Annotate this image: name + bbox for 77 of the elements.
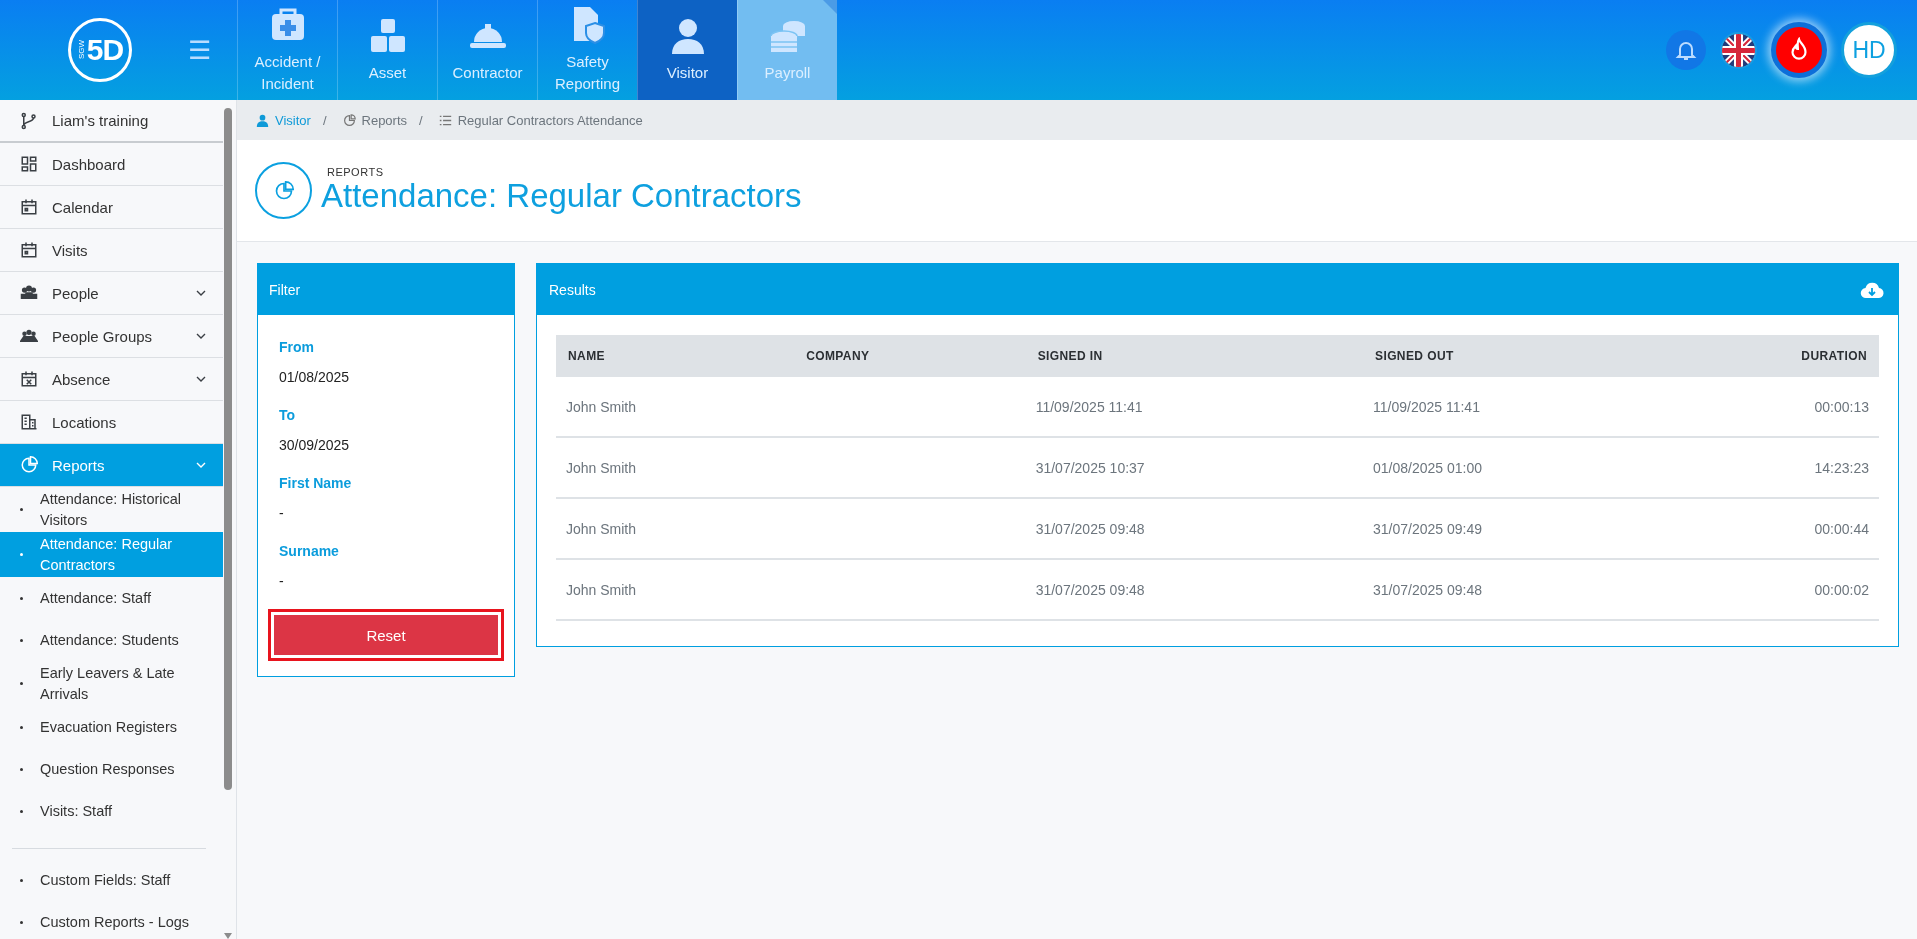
list-icon [438, 113, 452, 127]
calendar-cross-icon [20, 370, 38, 388]
table-cell: 11/09/2025 11:41 [1025, 377, 1363, 437]
sidebar-item[interactable]: People [0, 272, 223, 315]
submenu-item[interactable]: Evacuation Registers [0, 706, 223, 748]
table-cell: 00:00:02 [1700, 559, 1879, 620]
fire-alert-button[interactable] [1771, 22, 1827, 78]
submenu-item[interactable]: Question Responses [0, 748, 223, 790]
reset-button[interactable]: Reset [274, 615, 498, 655]
column-header: SIGNED IN [1025, 335, 1363, 377]
submenu-item[interactable]: Attendance: Staff [0, 577, 223, 619]
breadcrumb-separator: / [419, 112, 423, 128]
filter-label: Surname [279, 543, 340, 559]
calendar-icon [20, 241, 38, 259]
submenu-item[interactable]: Attendance: Historical Visitors [0, 487, 223, 532]
breadcrumb-link[interactable]: Regular Contractors Attendance [438, 112, 643, 128]
results-panel-title: Results [549, 281, 596, 298]
scrollbar-thumb[interactable] [224, 108, 232, 790]
submenu-item[interactable]: Early Leavers & Late Arrivals [0, 661, 223, 706]
pie-chart-icon [20, 456, 38, 474]
branch-icon [20, 111, 38, 130]
table-cell: 31/07/2025 09:48 [1025, 559, 1363, 620]
logo-mark: 5D [86, 33, 124, 67]
filter-label: From [279, 339, 315, 355]
column-header: SIGNED OUT [1363, 335, 1701, 377]
filter-value: 01/08/2025 [279, 369, 351, 385]
column-header: DURATION [1700, 335, 1879, 377]
filter-value: - [279, 573, 285, 589]
submenu-item[interactable]: Attendance: Students [0, 619, 223, 661]
pie-chart-icon [273, 180, 294, 201]
table-cell: John Smith [556, 559, 795, 620]
table-cell: 31/07/2025 09:48 [1025, 498, 1363, 559]
table-cell: 00:00:13 [1700, 377, 1879, 437]
column-header: COMPANY [794, 335, 1026, 377]
sidebar-item[interactable]: People Groups [0, 315, 223, 358]
cloud-download-icon[interactable] [1860, 280, 1884, 299]
submenu-item[interactable]: Custom Reports - Logs [0, 901, 223, 939]
filter-panel-header: Filter [258, 264, 514, 315]
submenu-item[interactable]: Visits: Staff [0, 790, 223, 832]
calendar-icon [20, 198, 38, 216]
table-cell: John Smith [556, 377, 795, 437]
table-cell: John Smith [556, 498, 795, 559]
page-eyebrow: REPORTS [327, 166, 385, 178]
sidebar-item[interactable]: Calendar [0, 186, 223, 229]
page-title: Attendance: Regular Contractors [321, 177, 802, 215]
people-group-icon [20, 327, 38, 345]
logo[interactable]: SGW 5D [68, 18, 132, 82]
union-flag-icon [1722, 33, 1755, 67]
table-cell: 31/07/2025 09:48 [1363, 559, 1701, 620]
breadcrumb-link[interactable]: Reports [342, 112, 408, 128]
breadcrumb-separator: / [322, 112, 327, 128]
person-icon [256, 113, 269, 127]
filter-value: 30/09/2025 [279, 437, 351, 453]
sidebar-item[interactable]: Visits [0, 229, 223, 272]
table-cell: John Smith [556, 437, 795, 498]
building-icon [20, 413, 38, 431]
filter-label: First Name [279, 475, 353, 491]
sidebar-item[interactable]: Liam's training [0, 100, 223, 143]
submenu-item[interactable]: Custom Fields: Staff [0, 859, 223, 901]
table-cell: 00:00:44 [1700, 498, 1879, 559]
notifications-button[interactable] [1666, 30, 1706, 70]
table-cell: 01/08/2025 01:00 [1363, 437, 1701, 498]
language-button[interactable] [1720, 31, 1757, 69]
table-cell: 31/07/2025 09:49 [1363, 498, 1701, 559]
pie-chart-icon [342, 113, 356, 127]
dashboard-icon [20, 155, 38, 173]
column-header: NAME [556, 335, 795, 377]
module-tab[interactable]: Visitor [637, 0, 737, 100]
table-cell: 11/09/2025 11:41 [1363, 377, 1701, 437]
filter-label: To [279, 407, 297, 423]
sidebar-item[interactable]: Absence [0, 358, 223, 401]
corner-triangle [823, 0, 837, 14]
logo-text: SGW [76, 40, 86, 60]
table-cell: 31/07/2025 10:37 [1025, 437, 1363, 498]
table-cell: 14:23:23 [1700, 437, 1879, 498]
filter-value: - [279, 505, 285, 521]
sidebar-item[interactable]: Dashboard [0, 143, 223, 186]
